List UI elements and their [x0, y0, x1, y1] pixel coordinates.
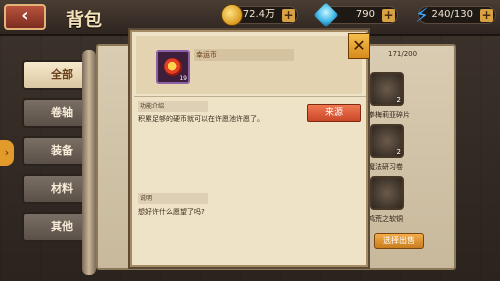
gold-counter: 72.4万 +: [221, 4, 298, 26]
add-energy-button[interactable]: +: [480, 9, 493, 22]
slot-count: 2: [396, 148, 401, 156]
inventory-slot[interactable]: 2: [370, 72, 404, 106]
gold-value: 72.4万: [242, 9, 275, 20]
lucky-coin-icon: 19: [156, 50, 190, 84]
expand-arrow-icon[interactable]: ›: [0, 140, 14, 166]
add-gold-button[interactable]: +: [282, 9, 295, 22]
back-button[interactable]: ‹: [4, 4, 46, 30]
back-arrow-icon: ‹: [21, 5, 29, 26]
note-label: 说明: [138, 193, 208, 204]
inventory-slot[interactable]: [370, 176, 404, 210]
item-name: 幸运币: [194, 49, 294, 61]
scroll-rod: [82, 50, 96, 275]
slot-label: 鸿荒之软铜: [368, 215, 403, 223]
divider: [134, 96, 366, 97]
select-sell-button[interactable]: 选择出售: [374, 233, 424, 249]
inventory-count: 171/200: [388, 50, 418, 58]
diamond-value: 790: [355, 9, 375, 20]
energy-counter: ⚡ 240/130 +: [415, 4, 496, 26]
inventory-slot[interactable]: 2: [370, 124, 404, 158]
slot-label: 魔法研习卷: [368, 163, 403, 171]
add-diamond-button[interactable]: +: [382, 9, 395, 22]
close-button[interactable]: ✕: [348, 33, 370, 59]
slot-count: 2: [396, 96, 401, 104]
source-button[interactable]: 来源: [307, 104, 361, 122]
diamond-counter: 790 +: [313, 2, 398, 28]
page-title: 背包: [66, 10, 102, 31]
note-text: 想好许什么愿望了吗?: [138, 208, 205, 216]
diamond-icon: [313, 2, 339, 28]
slot-label: 拳梅莉亚碎片: [368, 111, 410, 119]
description-label: 功能介绍: [138, 101, 208, 112]
lightning-icon: ⚡: [414, 3, 430, 27]
gold-coin-icon: [221, 4, 243, 26]
energy-value: 240/130: [431, 9, 473, 20]
item-count: 19: [179, 75, 187, 82]
coin-ring-icon: [164, 58, 182, 76]
description-text: 积累足够的硬币就可以在许愿池许愿了。: [138, 115, 264, 123]
